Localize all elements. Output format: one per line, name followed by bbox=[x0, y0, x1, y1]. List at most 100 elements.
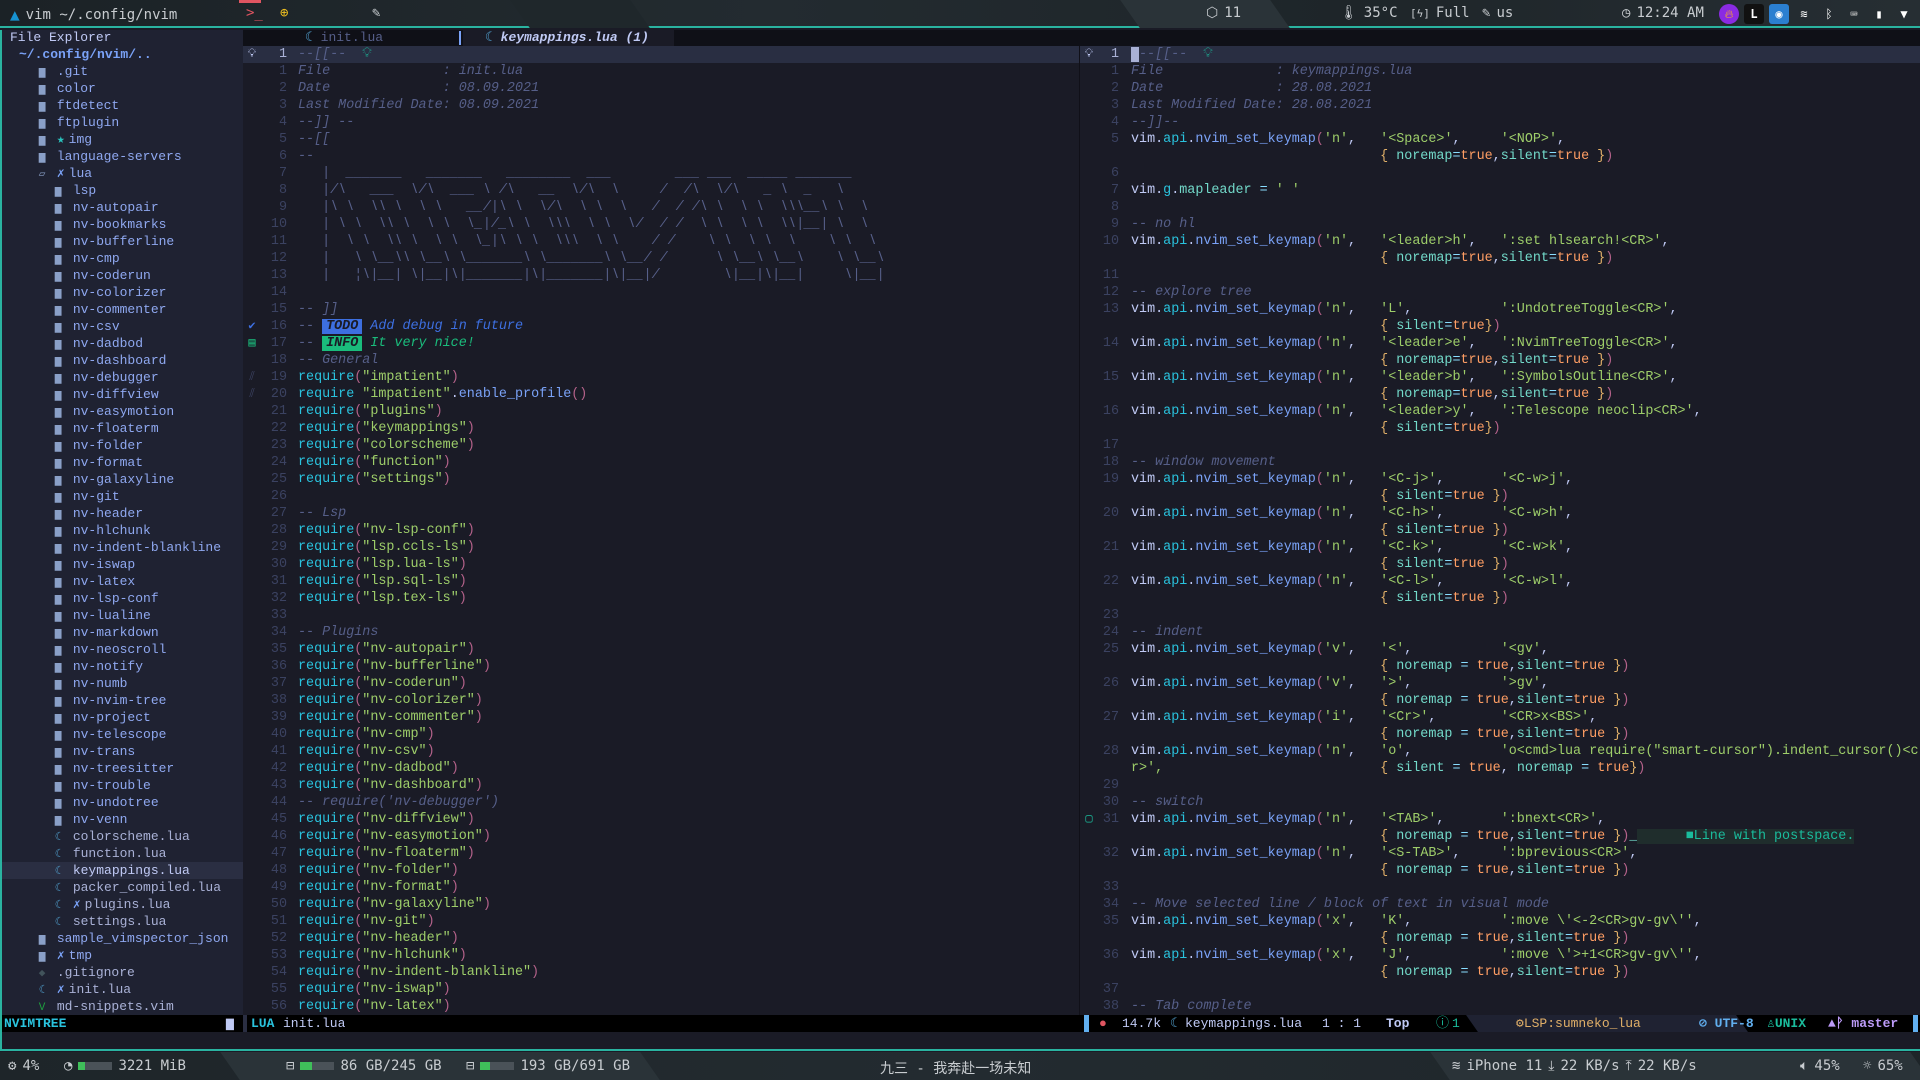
code-text[interactable]: require "impatient".enable_profile() bbox=[298, 386, 587, 403]
tree-item[interactable]: ▆ nv-header bbox=[2, 505, 243, 522]
tree-item[interactable]: ▆ lsp bbox=[2, 182, 243, 199]
code-text[interactable]: -- window movement bbox=[1131, 454, 1276, 471]
code-text[interactable]: require("lsp.ccls-ls") bbox=[298, 539, 475, 556]
tree-item[interactable]: ▆ nv-floaterm bbox=[2, 420, 243, 437]
tree-item[interactable]: ▆ nv-latex bbox=[2, 573, 243, 590]
code-text[interactable]: { noremap = true,silent=true })_ ■Line w… bbox=[1131, 828, 1855, 845]
code-text[interactable]: vim.api.nvim_set_keymap('n', '<TAB>', ':… bbox=[1131, 811, 1605, 828]
tree-item[interactable]: ▆ nv-project bbox=[2, 709, 243, 726]
tray-l-icon[interactable]: L bbox=[1744, 4, 1764, 24]
code-text[interactable]: -- no hl bbox=[1131, 216, 1195, 233]
command-line[interactable] bbox=[2, 1032, 1920, 1049]
code-text[interactable]: -- Lsp bbox=[298, 505, 346, 522]
tree-item[interactable]: ▆ nv-colorizer bbox=[2, 284, 243, 301]
tree-item[interactable]: ▆ nv-notify bbox=[2, 658, 243, 675]
volume-icon[interactable]: 🔈︎ bbox=[1800, 1058, 1808, 1074]
brightness-icon[interactable]: ☼ bbox=[1863, 1058, 1871, 1074]
code-text[interactable]: { noremap=true,silent=true }) bbox=[1131, 386, 1613, 403]
code-text[interactable]: -- Plugins bbox=[298, 624, 378, 641]
code-text[interactable]: vim.api.nvim_set_keymap('x', 'K', ':move… bbox=[1131, 913, 1702, 930]
code-text[interactable]: vim.api.nvim_set_keymap('v', '<', '<gv', bbox=[1131, 641, 1549, 658]
bluetooth-icon[interactable]: ᛒ bbox=[1819, 4, 1839, 24]
code-text[interactable]: require("nv-csv") bbox=[298, 743, 435, 760]
code-text[interactable]: require("nv-indent-blankline") bbox=[298, 964, 539, 981]
tree-item[interactable]: ▆ nv-diffview bbox=[2, 386, 243, 403]
code-text[interactable]: require("nv-header") bbox=[298, 930, 459, 947]
code-text[interactable]: vim.api.nvim_set_keymap('n', '<C-h>', '<… bbox=[1131, 505, 1573, 522]
tree-item[interactable]: ☾ settings.lua bbox=[2, 913, 243, 930]
tree-item[interactable]: ☾ function.lua bbox=[2, 845, 243, 862]
tree-item[interactable]: ▆ nv-csv bbox=[2, 318, 243, 335]
code-text[interactable]: -- ]] bbox=[298, 301, 338, 318]
code-text[interactable]: require("lsp.lua-ls") bbox=[298, 556, 467, 573]
code-text[interactable]: Last Modified Date: 28.08.2021 bbox=[1131, 97, 1372, 114]
tab-keymappings-lua[interactable]: ☾ keymappings.lua (1) bbox=[463, 30, 674, 46]
tree-item[interactable]: ▆ nv-format bbox=[2, 454, 243, 471]
tree-item[interactable]: ▆ nv-commenter bbox=[2, 301, 243, 318]
tree-item[interactable]: ▆ ftplugin bbox=[2, 114, 243, 131]
tree-item[interactable]: ▆ nv-undotree bbox=[2, 794, 243, 811]
code-text[interactable]: require("settings") bbox=[298, 471, 451, 488]
code-text[interactable]: vim.api.nvim_set_keymap('n', '<leader>b'… bbox=[1131, 369, 1678, 386]
battery-tray-icon[interactable]: ▮ bbox=[1869, 4, 1889, 24]
code-text[interactable]: vim.api.nvim_set_keymap('n', '<C-l>', '<… bbox=[1131, 573, 1573, 590]
now-playing[interactable]: 九三 - 我奔赴一场未知 bbox=[880, 1058, 1031, 1078]
code-text[interactable]: -- Tab complete bbox=[1131, 998, 1252, 1015]
tree-item[interactable]: ▆ nv-dadbod bbox=[2, 335, 243, 352]
code-text[interactable]: --]] -- bbox=[298, 114, 354, 131]
tree-item[interactable]: ◆ .gitignore bbox=[2, 964, 243, 981]
code-text[interactable]: require("nv-cmp") bbox=[298, 726, 435, 743]
tree-item[interactable]: ☾ packer_compiled.lua bbox=[2, 879, 243, 896]
code-text[interactable]: -- require('nv-debugger') bbox=[298, 794, 499, 811]
code-text[interactable]: require("nv-colorizer") bbox=[298, 692, 483, 709]
wifi-name[interactable]: iPhone 11 bbox=[1466, 1058, 1542, 1074]
code-text[interactable]: vim.api.nvim_set_keymap('n', '<leader>h'… bbox=[1131, 233, 1670, 250]
code-text[interactable]: --[[-- 💡︎ bbox=[1131, 46, 1213, 63]
code-text[interactable]: vim.api.nvim_set_keymap('n', '<C-j>', '<… bbox=[1131, 471, 1573, 488]
code-text[interactable]: require("lsp.sql-ls") bbox=[298, 573, 467, 590]
code-text[interactable]: vim.api.nvim_set_keymap('n', '<S-TAB>', … bbox=[1131, 845, 1637, 862]
code-text[interactable]: require("nv-iswap") bbox=[298, 981, 451, 998]
tree-item[interactable]: ▆ nv-markdown bbox=[2, 624, 243, 641]
tree-item[interactable]: ▆ sample_vimspector_json bbox=[2, 930, 243, 947]
code-text[interactable]: require("nv-diffview") bbox=[298, 811, 475, 828]
code-text[interactable]: require("nv-dashboard") bbox=[298, 777, 483, 794]
code-text[interactable]: require("keymappings") bbox=[298, 420, 475, 437]
code-text[interactable]: Date : 08.09.2021 bbox=[298, 80, 539, 97]
code-text[interactable]: | \ \ \\ \ \ \ \_|\ \ \ \\\ \ \ / / \ \ … bbox=[298, 233, 876, 250]
code-text[interactable]: require("function") bbox=[298, 454, 451, 471]
code-text[interactable]: -- indent bbox=[1131, 624, 1203, 641]
code-text[interactable]: { silent=true }) bbox=[1131, 590, 1509, 607]
tree-item[interactable]: ▆ ftdetect bbox=[2, 97, 243, 114]
code-text[interactable]: --[[-- 💡︎ bbox=[298, 46, 372, 63]
tree-item[interactable]: ~/.config/nvim/.. bbox=[2, 46, 243, 63]
tray-flame-icon[interactable]: 🔥︎ bbox=[1719, 4, 1739, 24]
tree-item[interactable]: ▆ ✗ tmp bbox=[2, 947, 243, 964]
code-text[interactable]: require("nv-folder") bbox=[298, 862, 459, 879]
code-text[interactable]: require("nv-easymotion") bbox=[298, 828, 491, 845]
code-text[interactable]: vim.api.nvim_set_keymap('v', '>', '>gv', bbox=[1131, 675, 1549, 692]
tree-item[interactable]: ▆ nv-hlchunk bbox=[2, 522, 243, 539]
tree-item[interactable]: ☾ colorscheme.lua bbox=[2, 828, 243, 845]
code-text[interactable]: require("nv-coderun") bbox=[298, 675, 467, 692]
code-text[interactable]: require("lsp.tex-ls") bbox=[298, 590, 467, 607]
tab-init-lua[interactable]: ☾ init.lua bbox=[305, 30, 455, 46]
code-text[interactable]: { noremap = true,silent=true }) bbox=[1131, 930, 1629, 947]
code-text[interactable]: File : init.lua bbox=[298, 63, 523, 80]
tree-item[interactable]: ▆ nv-cmp bbox=[2, 250, 243, 267]
tree-item[interactable]: ☾ ✗ plugins.lua bbox=[2, 896, 243, 913]
tree-item[interactable]: ▆ ★ img bbox=[2, 131, 243, 148]
tree-item[interactable]: ☾ keymappings.lua bbox=[2, 862, 243, 879]
tree-item[interactable]: ▆ nv-iswap bbox=[2, 556, 243, 573]
tree-item[interactable]: ☾ ✗ init.lua bbox=[2, 981, 243, 998]
code-text[interactable]: -- switch bbox=[1131, 794, 1203, 811]
tree-item[interactable]: ▆ nv-autopair bbox=[2, 199, 243, 216]
code-text[interactable]: | \ \__\\ \__\ \_______\ \_______\ \__/ … bbox=[298, 250, 885, 267]
tray-network-icon[interactable]: ≋ bbox=[1794, 4, 1814, 24]
code-text[interactable]: vim.api.nvim_set_keymap('i', '<Cr>', '<C… bbox=[1131, 709, 1597, 726]
code-text[interactable]: |/\ ___ \/\ ___ \ /\ __ \/\ \ / /\ \/\ _… bbox=[298, 182, 844, 199]
tree-item[interactable]: ▆ nv-lsp-conf bbox=[2, 590, 243, 607]
code-text[interactable]: { noremap = true,silent=true }) bbox=[1131, 692, 1629, 709]
globe-icon[interactable]: ⊕ bbox=[280, 5, 288, 21]
tree-item[interactable]: ▆ nv-debugger bbox=[2, 369, 243, 386]
